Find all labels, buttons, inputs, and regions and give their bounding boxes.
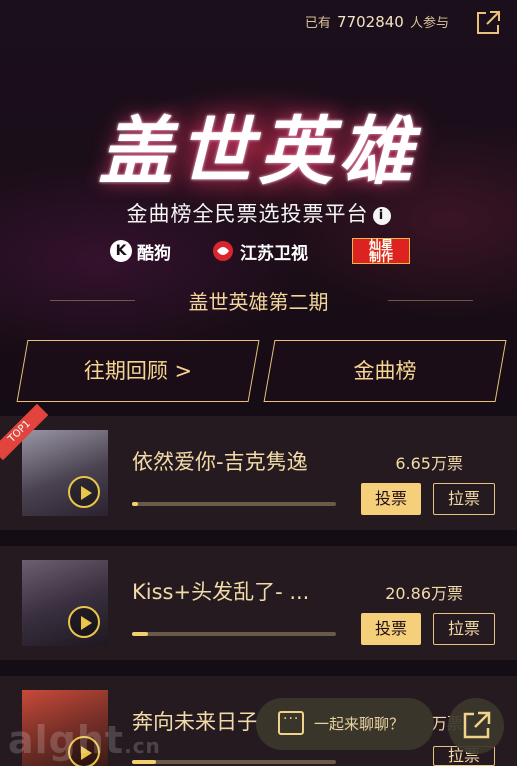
watermark: alght.cn <box>8 718 161 762</box>
vote-progress-fill <box>132 502 139 506</box>
watermark-suffix: .cn <box>124 734 161 758</box>
vote-progress <box>132 760 336 764</box>
hero-banner: 已有 7702840 人参与 盖世英雄 金曲榜全民票选投票平台 i K 酷狗 江苏… <box>0 0 517 410</box>
floating-share-button[interactable] <box>448 698 504 754</box>
vote-count: 20.86万票 <box>385 584 463 603</box>
vote-progress <box>132 502 336 506</box>
hero-subtitle: 金曲榜全民票选投票平台 i <box>0 198 517 228</box>
watermark-main: alght <box>8 718 125 762</box>
song-card[interactable]: Kiss+头发乱了- ... 20.86万票 投票 拉票 <box>0 546 517 660</box>
song-cover[interactable] <box>22 430 108 516</box>
sponsor-logos: K 酷狗 江苏卫视 灿星 制作 <box>0 236 517 266</box>
chat-button[interactable]: 一起来聊聊？ <box>256 698 434 750</box>
canvass-button[interactable]: 拉票 <box>433 613 495 645</box>
participants-count: 已有 7702840 人参与 <box>305 12 449 31</box>
chat-icon <box>278 711 304 735</box>
kugou-icon: K <box>110 240 132 262</box>
participants-suffix: 人参与 <box>409 16 449 31</box>
canxing-line2: 制作 <box>368 250 393 264</box>
past-review-button[interactable]: 往期回顾 > <box>16 340 260 402</box>
song-title: Kiss+头发乱了- ... <box>132 580 310 604</box>
share-icon <box>463 711 491 739</box>
jiangsu-tv-label: 江苏卫视 <box>240 243 308 264</box>
jiangsu-tv-logo: 江苏卫视 <box>210 236 308 266</box>
kugou-logo: K 酷狗 <box>110 236 171 266</box>
divider-right <box>388 300 473 301</box>
vote-progress <box>132 632 336 636</box>
canvass-button[interactable]: 拉票 <box>433 483 495 515</box>
hero-title: 盖世英雄 <box>98 109 419 195</box>
song-title: 依然爱你-吉克隽逸 <box>132 450 308 474</box>
hero-subtitle-text: 金曲榜全民票选投票平台 <box>126 202 369 226</box>
jiangsu-tv-icon <box>213 241 233 261</box>
play-icon[interactable] <box>68 606 100 638</box>
kugou-label: 酷狗 <box>137 243 171 264</box>
gold-chart-label: 金曲榜 <box>353 359 417 383</box>
song-cover[interactable] <box>22 560 108 646</box>
share-icon[interactable] <box>473 8 503 38</box>
past-review-label: 往期回顾 > <box>83 359 193 383</box>
vote-count: 6.65万票 <box>395 454 463 473</box>
chat-label: 一起来聊聊？ <box>314 715 405 733</box>
participants-prefix: 已有 <box>304 16 331 31</box>
vote-progress-fill <box>132 632 149 636</box>
vote-button[interactable]: 投票 <box>361 483 421 515</box>
song-card[interactable]: TOP1 依然爱你-吉克隽逸 6.65万票 投票 拉票 <box>0 403 517 530</box>
canxing-logo: 灿星 制作 <box>352 238 410 264</box>
period-header: 盖世英雄第二期 <box>0 286 517 316</box>
info-icon[interactable]: i <box>372 207 391 225</box>
play-icon[interactable] <box>68 476 100 508</box>
participants-number: 7702840 <box>337 13 404 31</box>
gold-chart-button[interactable]: 金曲榜 <box>263 340 507 402</box>
vote-button[interactable]: 投票 <box>361 613 421 645</box>
